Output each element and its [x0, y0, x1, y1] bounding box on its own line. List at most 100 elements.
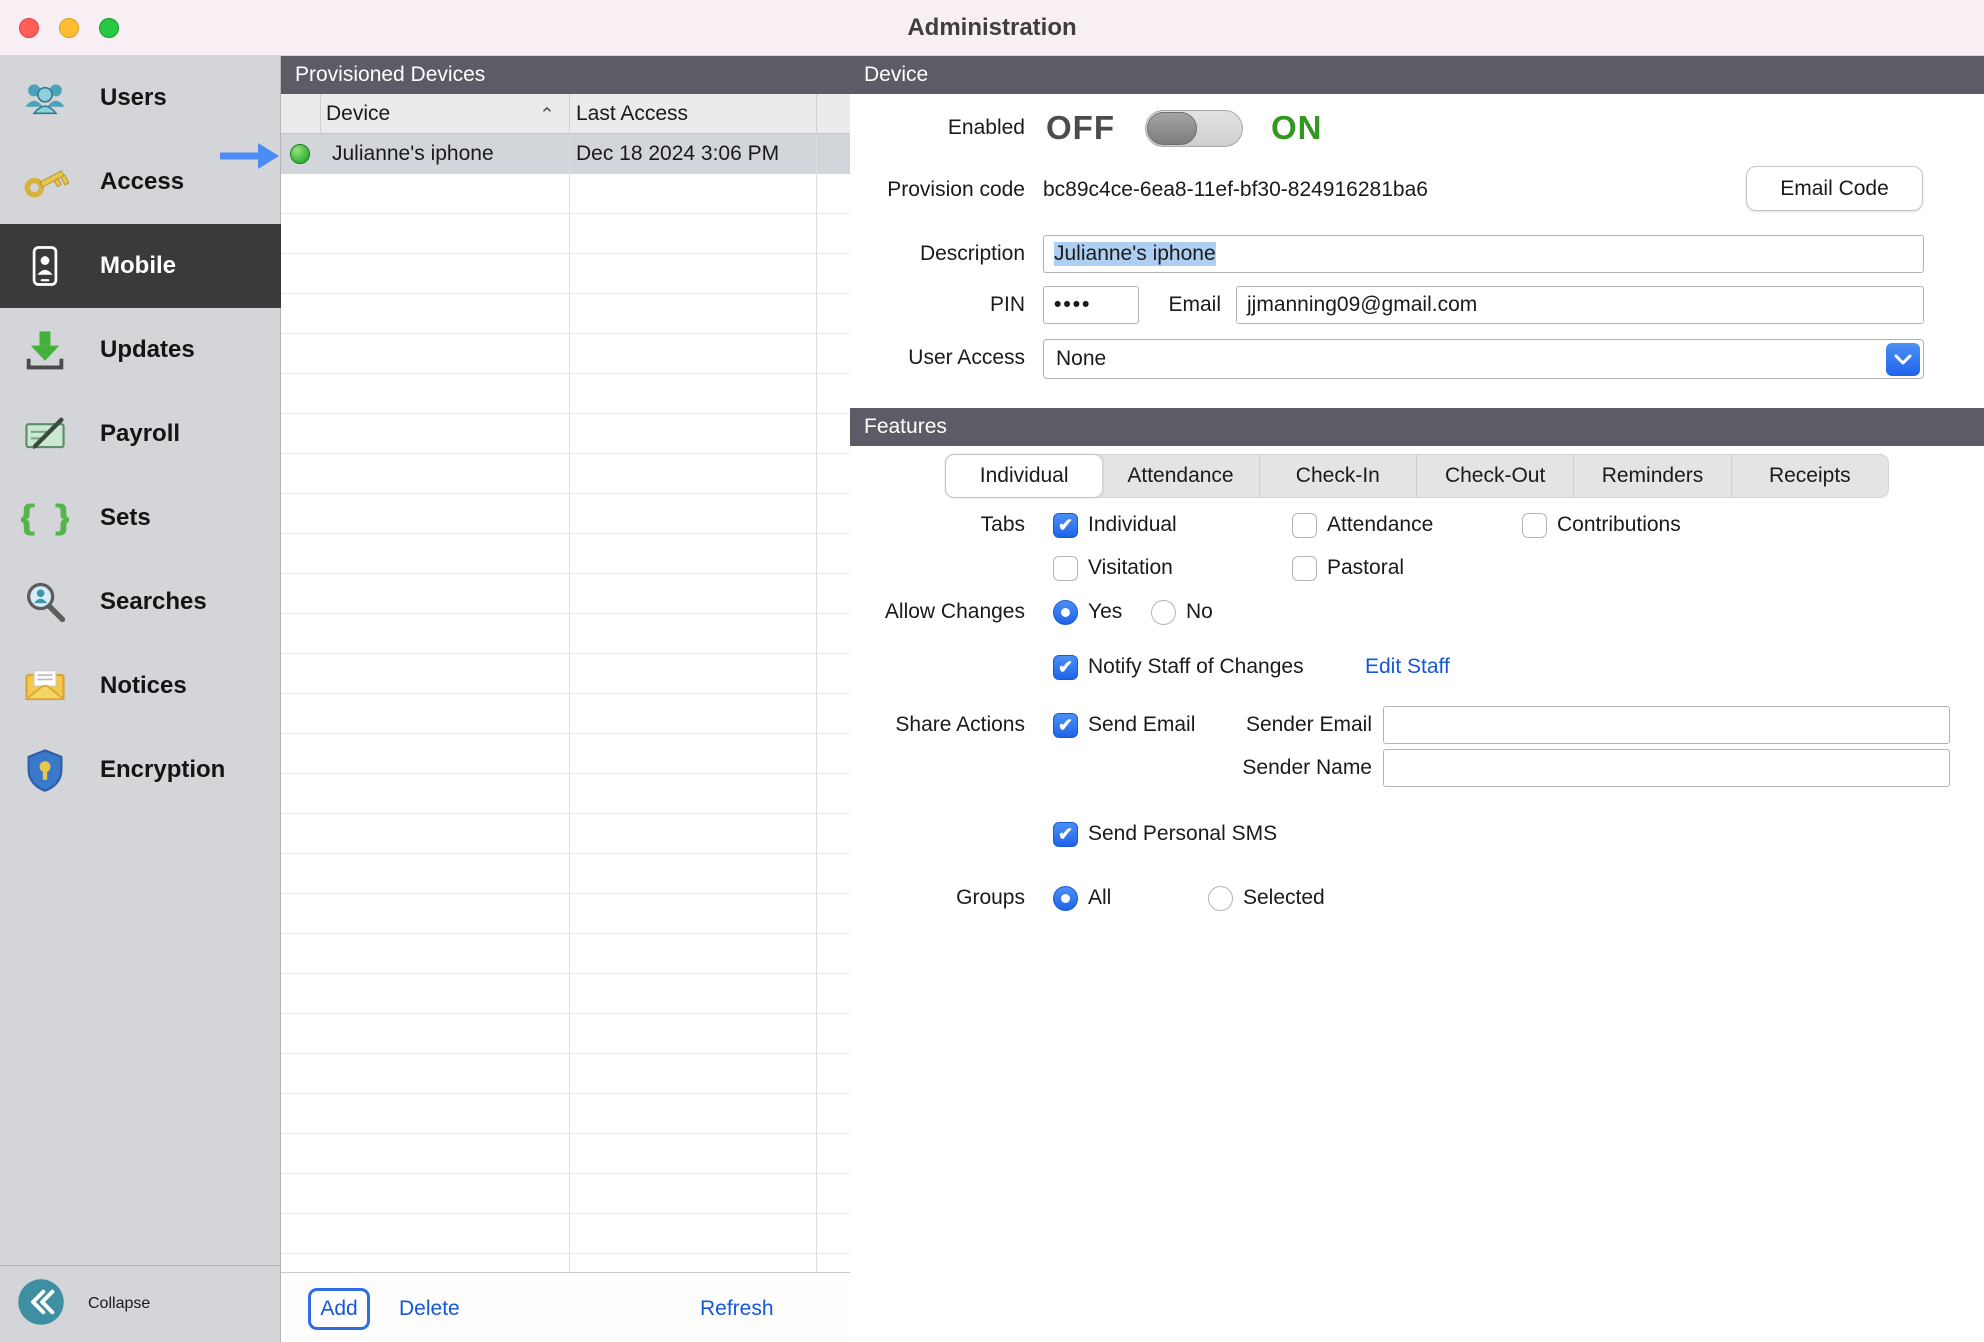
- checkbox-label: Visitation: [1088, 556, 1173, 580]
- checkbox-label: Pastoral: [1327, 556, 1404, 580]
- radio-yes[interactable]: Yes: [1053, 592, 1122, 632]
- checkbox-notify-staff[interactable]: Notify Staff of Changes: [1053, 647, 1304, 687]
- download-icon: [16, 321, 74, 379]
- window-title: Administration: [0, 0, 1984, 56]
- device-row-selected[interactable]: Julianne's iphone Dec 18 2024 3:06 PM: [281, 134, 850, 174]
- description-field[interactable]: Julianne's iphone: [1043, 235, 1924, 273]
- share-actions-label: Share Actions: [850, 705, 1025, 745]
- sort-chevron-icon[interactable]: ⌃: [539, 96, 555, 136]
- checkbox-visitation[interactable]: Visitation: [1053, 548, 1173, 588]
- tab-check-out[interactable]: Check-Out: [1416, 455, 1573, 497]
- radio-no[interactable]: No: [1151, 592, 1213, 632]
- checkbox-checked-icon: [1053, 655, 1078, 680]
- sidebar-item-encryption[interactable]: Encryption: [0, 728, 281, 812]
- sidebar-item-label: Mobile: [100, 252, 176, 280]
- sidebar-item-notices[interactable]: Notices: [0, 644, 281, 728]
- tab-check-in[interactable]: Check-In: [1259, 455, 1416, 497]
- checkbox-contributions[interactable]: Contributions: [1522, 505, 1681, 545]
- checkbox-pastoral[interactable]: Pastoral: [1292, 548, 1404, 588]
- checkbox-unchecked-icon: [1292, 513, 1317, 538]
- online-status-dot: [290, 144, 310, 164]
- sidebar-item-searches[interactable]: Searches: [0, 560, 281, 644]
- sidebar-item-mobile[interactable]: Mobile: [0, 224, 281, 308]
- refresh-devices-button[interactable]: Refresh: [700, 1297, 774, 1321]
- radio-all[interactable]: All: [1053, 878, 1111, 918]
- sender-name-row: Sender Name: [850, 748, 1984, 788]
- column-header-device[interactable]: Device: [326, 94, 390, 134]
- toggle-off-text: OFF: [1046, 108, 1115, 148]
- allow-changes-row: Allow Changes Yes No: [850, 592, 1984, 632]
- sender-email-input[interactable]: [1383, 706, 1950, 744]
- user-access-value: None: [1056, 347, 1106, 371]
- sidebar-item-payroll[interactable]: Payroll: [0, 392, 281, 476]
- search-icon: [16, 573, 74, 631]
- email-field[interactable]: jjmanning09@gmail.com: [1236, 286, 1924, 324]
- checkbox-label: Attendance: [1327, 513, 1433, 537]
- sender-name-input[interactable]: [1383, 749, 1950, 787]
- radio-selected-icon: [1053, 600, 1078, 625]
- sidebar-item-updates[interactable]: Updates: [0, 308, 281, 392]
- title-bar: Administration: [0, 0, 1984, 56]
- device-table-body[interactable]: [281, 174, 850, 1272]
- provision-code-value: bc89c4ce-6ea8-11ef-bf30-824916281ba6: [1043, 170, 1428, 210]
- user-access-dropdown[interactable]: None: [1043, 339, 1924, 379]
- tab-receipts[interactable]: Receipts: [1731, 455, 1888, 497]
- checkbox-checked-icon: [1053, 822, 1078, 847]
- column-separator: [569, 94, 570, 134]
- envelope-icon: [16, 657, 74, 715]
- sidebar-item-label: Notices: [100, 672, 187, 700]
- sidebar-item-label: Updates: [100, 336, 195, 364]
- description-row: Description Julianne's iphone: [850, 234, 1984, 274]
- collapse-icon: [16, 1277, 66, 1332]
- notify-row: Notify Staff of Changes Edit Staff: [850, 647, 1984, 687]
- provision-code-label: Provision code: [850, 170, 1025, 210]
- radio-label: All: [1088, 886, 1111, 910]
- checkbox-attendance[interactable]: Attendance: [1292, 505, 1433, 545]
- sidebar-item-label: Searches: [100, 588, 207, 616]
- checkbox-send-email[interactable]: Send Email: [1053, 705, 1195, 745]
- last-access-cell: Dec 18 2024 3:06 PM: [576, 134, 779, 174]
- collapse-button[interactable]: Collapse: [0, 1266, 281, 1342]
- dropdown-button[interactable]: [1886, 343, 1920, 376]
- checkbox-checked-icon: [1053, 513, 1078, 538]
- allow-changes-label: Allow Changes: [850, 592, 1025, 632]
- checkbox-checked-icon: [1053, 713, 1078, 738]
- column-gridline: [816, 134, 817, 1272]
- groups-label: Groups: [850, 878, 1025, 918]
- collapse-label: Collapse: [88, 1295, 150, 1313]
- sidebar-item-label: Access: [100, 168, 184, 196]
- enabled-toggle[interactable]: [1145, 110, 1243, 147]
- edit-staff-link[interactable]: Edit Staff: [1365, 647, 1450, 687]
- users-icon: [16, 69, 74, 127]
- device-actions-bar: Add Delete Refresh: [281, 1272, 850, 1342]
- sidebar-item-label: Sets: [100, 504, 151, 532]
- toggle-on-text: ON: [1271, 108, 1323, 148]
- share-actions-row: Share Actions Send Email Sender Email: [850, 705, 1984, 745]
- checkbox-individual[interactable]: Individual: [1053, 505, 1177, 545]
- enabled-row: Enabled OFF ON: [850, 108, 1984, 148]
- enabled-label: Enabled: [850, 108, 1025, 148]
- radio-selected-groups[interactable]: Selected: [1208, 878, 1325, 918]
- radio-label: Yes: [1088, 600, 1122, 624]
- email-code-button[interactable]: Email Code: [1746, 166, 1923, 211]
- sidebar-item-sets[interactable]: { } Sets: [0, 476, 281, 560]
- sidebar-item-label: Encryption: [100, 756, 225, 784]
- provisioned-devices-panel: Provisioned Devices Device ⌃ Last Access…: [281, 56, 850, 1342]
- add-device-button[interactable]: Add: [308, 1288, 370, 1330]
- tab-attendance[interactable]: Attendance: [1102, 455, 1258, 497]
- delete-device-button[interactable]: Delete: [399, 1297, 460, 1321]
- pin-email-row: PIN •••• Email jjmanning09@gmail.com: [850, 285, 1984, 325]
- sidebar-item-users[interactable]: Users: [0, 56, 281, 140]
- column-header-last-access[interactable]: Last Access: [576, 94, 688, 134]
- column-gridline: [569, 134, 570, 1272]
- checkbox-send-personal-sms[interactable]: Send Personal SMS: [1053, 814, 1277, 854]
- radio-unselected-icon: [1151, 600, 1176, 625]
- tab-reminders[interactable]: Reminders: [1573, 455, 1730, 497]
- description-value-selected: Julianne's iphone: [1054, 242, 1216, 266]
- tab-individual[interactable]: Individual: [946, 455, 1102, 497]
- radio-selected-icon: [1053, 886, 1078, 911]
- administration-window: Administration Users: [0, 0, 1984, 1342]
- description-label: Description: [850, 234, 1025, 274]
- shield-lock-icon: [16, 741, 74, 799]
- send-sms-row: Send Personal SMS: [850, 814, 1984, 854]
